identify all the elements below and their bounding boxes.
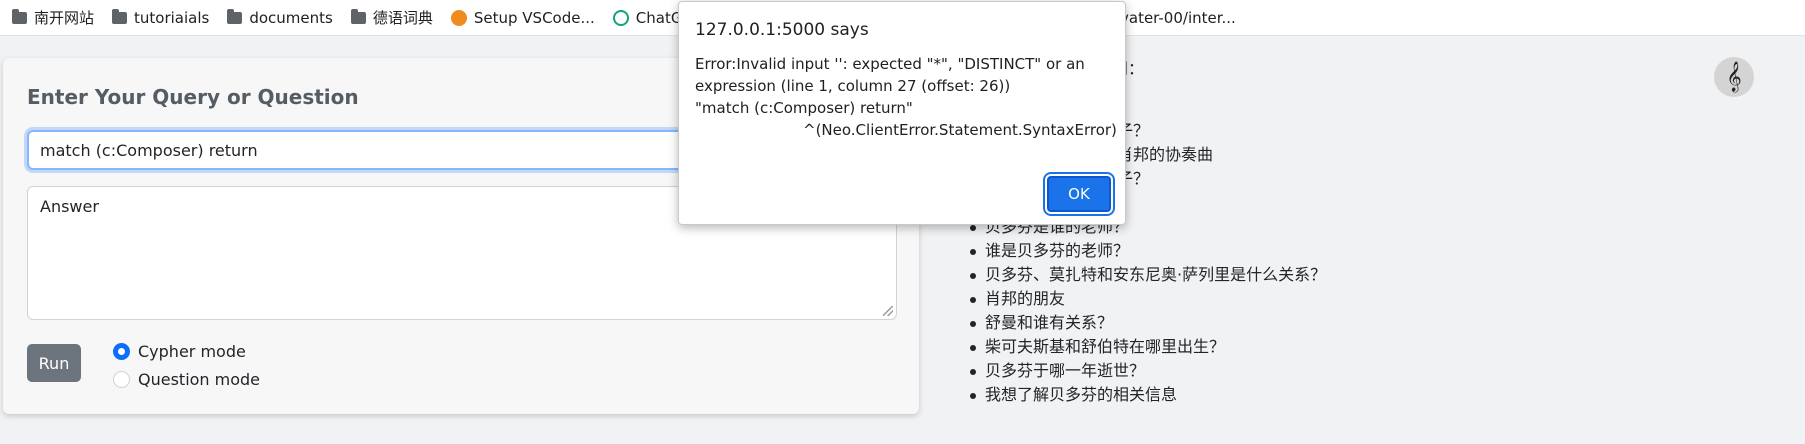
treble-clef-icon: 𝄞 — [1726, 61, 1742, 92]
vscode-favicon-icon — [450, 9, 467, 26]
bookmark-label: 德语词典 — [372, 9, 433, 27]
dialog-message-line: ^(Neo.ClientError.Statement.SyntaxError) — [803, 121, 1117, 139]
folder-icon — [112, 8, 128, 24]
list-item[interactable]: 肖邦的朋友 — [969, 287, 1326, 311]
bookmark-label: documents — [249, 8, 333, 27]
bookmark-label: Setup VSCode... — [473, 8, 595, 27]
run-button[interactable]: Run — [27, 344, 81, 382]
question-mode-label: Question mode — [138, 370, 261, 389]
bookmark-german-dictionary[interactable]: 德语词典 — [350, 7, 433, 28]
radio-checked-icon[interactable] — [113, 343, 130, 360]
query-input-value: match (c:Composer) return — [40, 140, 258, 160]
list-item[interactable]: 贝多芬、莫扎特和安东尼奥·萨列里是什么关系？ — [969, 263, 1326, 287]
folder-icon — [227, 8, 243, 24]
bookmark-label: tutoriaials — [134, 8, 210, 27]
bookmark-setup-vscode[interactable]: Setup VSCode... — [450, 8, 595, 27]
list-item[interactable]: 柴可夫斯基和舒伯特在哪里出生？ — [969, 335, 1326, 359]
dialog-message-line: "match (c:Composer) return" — [695, 99, 913, 117]
bookmark-truncated[interactable]: vater-00/inter... — [1120, 0, 1236, 36]
question-mode-radio[interactable]: Question mode — [113, 370, 260, 389]
list-item[interactable]: 贝多芬于哪一年逝世？ — [969, 359, 1326, 383]
resize-grip-icon[interactable] — [883, 306, 893, 316]
radio-unchecked-icon[interactable] — [113, 371, 130, 388]
list-item[interactable]: 舒曼和谁有关系？ — [969, 311, 1326, 335]
dialog-title: 127.0.0.1:5000 says — [695, 20, 869, 40]
ok-button[interactable]: OK — [1047, 176, 1111, 212]
bookmark-nankai[interactable]: 南开网站 — [12, 7, 94, 28]
dialog-message-line: Error:Invalid input '': expected "*", "D… — [695, 55, 1085, 95]
bookmark-label: vater-00/inter... — [1120, 9, 1236, 27]
dialog-message: Error:Invalid input '': expected "*", "D… — [695, 53, 1117, 141]
list-item[interactable]: 我想了解贝多芬的相关信息 — [969, 383, 1326, 407]
alert-dialog: 127.0.0.1:5000 says Error:Invalid input … — [678, 1, 1126, 225]
chatgpt-favicon-icon — [612, 9, 629, 26]
bookmark-label: 南开网站 — [34, 9, 95, 27]
cypher-mode-radio[interactable]: Cypher mode — [113, 342, 246, 361]
answer-placeholder: Answer — [40, 197, 99, 216]
music-toggle-button[interactable]: 𝄞 — [1714, 57, 1754, 97]
bookmark-tutoriaials[interactable]: tutoriaials — [112, 8, 210, 27]
folder-icon — [12, 8, 27, 24]
bookmark-documents[interactable]: documents — [227, 8, 333, 27]
folder-icon — [350, 8, 366, 24]
card-title: Enter Your Query or Question — [27, 85, 359, 109]
cypher-mode-label: Cypher mode — [138, 342, 246, 361]
list-item[interactable]: 谁是贝多芬的老师？ — [969, 239, 1326, 263]
